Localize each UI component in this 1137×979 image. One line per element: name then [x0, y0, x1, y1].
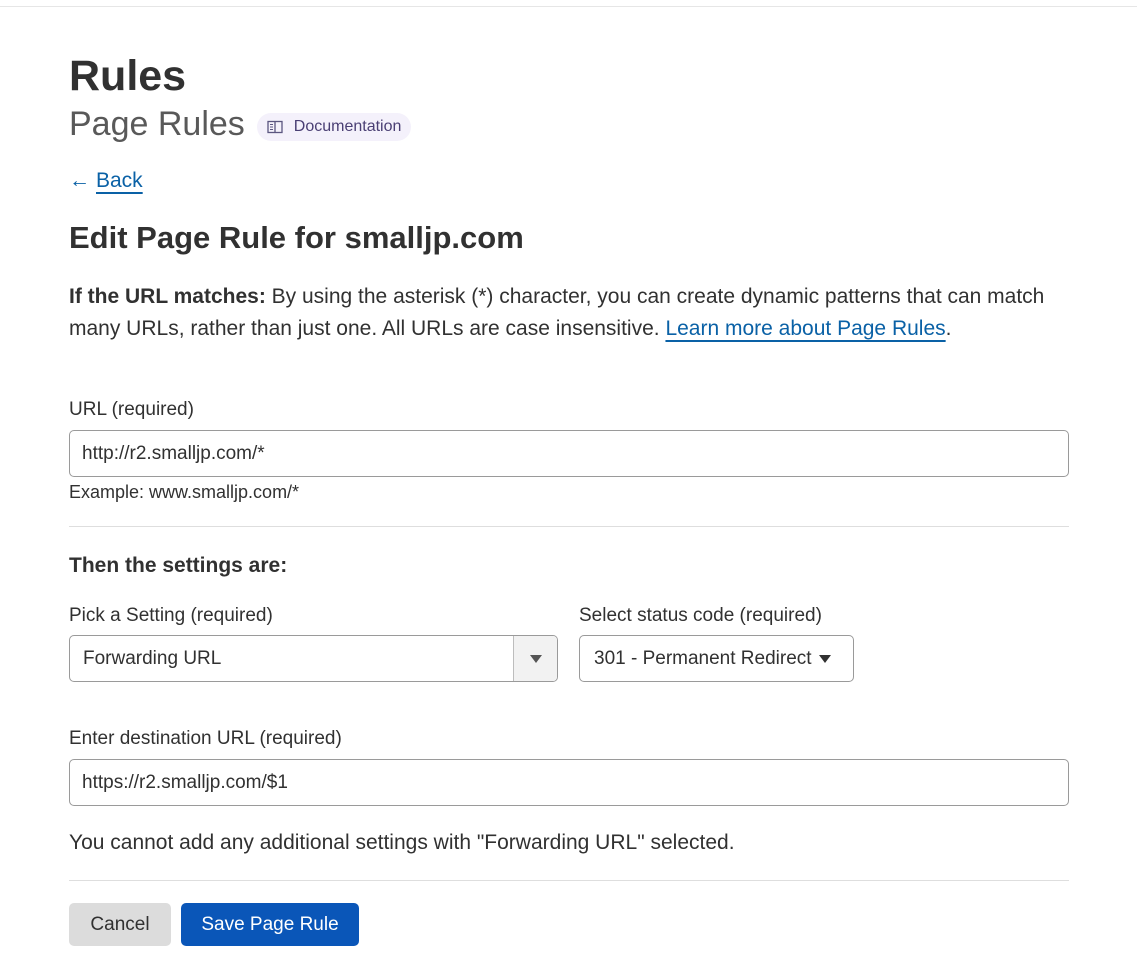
- settings-heading: Then the settings are:: [69, 554, 288, 577]
- documentation-link[interactable]: Documentation: [256, 113, 412, 141]
- chevron-down-icon: [529, 654, 542, 663]
- status-code-value: 301 - Permanent Redirect: [594, 647, 812, 669]
- arrow-left-icon: ←: [69, 169, 90, 192]
- setting-select-value: Forwarding URL: [83, 648, 222, 669]
- destination-url-input[interactable]: https://r2.smalljp.com/$1: [69, 759, 1069, 806]
- url-input[interactable]: http://r2.smalljp.com/*: [69, 430, 1069, 477]
- setting-select[interactable]: Forwarding URL: [69, 635, 558, 682]
- caret-down-icon: [818, 654, 831, 663]
- destination-label: Enter destination URL (required): [69, 728, 342, 749]
- setting-dropdown-toggle[interactable]: [513, 636, 557, 681]
- setting-label: Pick a Setting (required): [69, 605, 273, 626]
- url-example-hint: Example: www.smalljp.com/*: [69, 482, 300, 502]
- url-label: URL (required): [69, 399, 194, 420]
- forwarding-notice: You cannot add any additional settings w…: [69, 831, 735, 854]
- learn-more-link[interactable]: Learn more about Page Rules: [665, 317, 945, 340]
- back-label: Back: [96, 169, 143, 192]
- page-subtitle: Page Rules: [69, 105, 245, 143]
- intro-end: .: [945, 317, 952, 340]
- intro-bold: If the URL matches:: [69, 285, 266, 308]
- page-title: Rules: [69, 52, 187, 100]
- status-code-label: Select status code (required): [579, 605, 822, 626]
- top-divider: [0, 6, 1137, 7]
- status-code-select[interactable]: 301 - Permanent Redirect: [579, 635, 854, 682]
- cancel-button[interactable]: Cancel: [69, 903, 171, 946]
- save-page-rule-button[interactable]: Save Page Rule: [181, 903, 359, 946]
- book-icon: [267, 120, 283, 134]
- url-match-description: If the URL matches: By using the asteris…: [69, 281, 1069, 345]
- subtitle-row: Page Rules Documentation: [69, 103, 412, 145]
- section-divider: [69, 526, 1069, 527]
- actions-divider: [69, 880, 1069, 881]
- documentation-label: Documentation: [293, 118, 402, 135]
- form-heading: Edit Page Rule for smalljp.com: [69, 220, 524, 255]
- back-link[interactable]: ← Back: [69, 167, 143, 195]
